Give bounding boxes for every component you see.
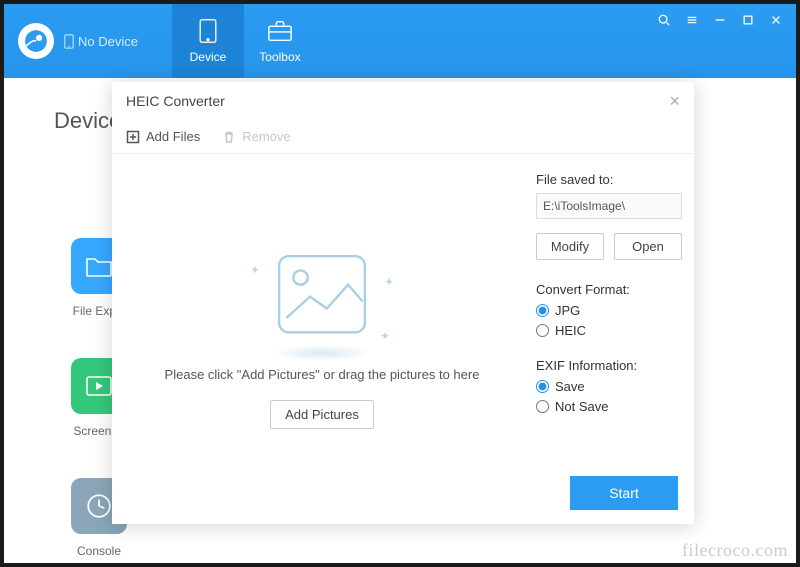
exif-notsave-radio[interactable]: [536, 400, 549, 413]
save-path-label: File saved to:: [536, 172, 682, 187]
search-icon[interactable]: [656, 12, 672, 28]
remove-button: Remove: [222, 129, 290, 144]
exif-save-radio[interactable]: [536, 380, 549, 393]
menu-icon[interactable]: [684, 12, 700, 28]
trash-icon: [222, 130, 236, 144]
format-heic-label: HEIC: [555, 323, 586, 338]
format-jpg-label: JPG: [555, 303, 580, 318]
open-button[interactable]: Open: [614, 233, 682, 260]
close-icon[interactable]: [768, 12, 784, 28]
exif-notsave-label: Not Save: [555, 399, 608, 414]
heic-converter-dialog: HEIC Converter × Add Files Remove ✦✦✦ Pl…: [112, 82, 694, 524]
tab-device[interactable]: Device: [172, 4, 244, 78]
format-jpg-radio[interactable]: [536, 304, 549, 317]
image-placeholder-icon: ✦✦✦: [262, 249, 382, 349]
format-group: Convert Format: JPG HEIC: [536, 282, 682, 338]
toolbox-icon: [267, 18, 293, 44]
dialog-toolbar: Add Files Remove: [112, 120, 694, 154]
tool-console-label: Console: [77, 544, 121, 558]
app-window: No Device Device Toolbox Device: [4, 4, 796, 563]
add-pictures-button[interactable]: Add Pictures: [270, 400, 374, 429]
exif-group: EXIF Information: Save Not Save: [536, 358, 682, 414]
plus-box-icon: [126, 130, 140, 144]
header-tabs: Device Toolbox: [172, 4, 316, 78]
format-jpg-option[interactable]: JPG: [536, 303, 682, 318]
start-button[interactable]: Start: [570, 476, 678, 510]
tab-toolbox-label: Toolbox: [259, 50, 300, 64]
title-bar: No Device Device Toolbox: [4, 4, 796, 78]
watermark: filecroco.com: [682, 540, 788, 561]
dialog-side-panel: File saved to: Modify Open Convert Forma…: [532, 154, 694, 524]
dialog-title: HEIC Converter: [126, 93, 225, 109]
format-label: Convert Format:: [536, 282, 682, 297]
dialog-header: HEIC Converter ×: [112, 82, 694, 120]
drop-instruction: Please click "Add Pictures" or drag the …: [165, 367, 480, 382]
add-files-button[interactable]: Add Files: [126, 129, 200, 144]
phone-icon: [64, 34, 74, 49]
exif-label: EXIF Information:: [536, 358, 682, 373]
minimize-icon[interactable]: [712, 12, 728, 28]
tab-toolbox[interactable]: Toolbox: [244, 4, 316, 78]
dialog-close-icon[interactable]: ×: [669, 92, 680, 110]
exif-save-option[interactable]: Save: [536, 379, 682, 394]
device-status-label: No Device: [78, 34, 138, 49]
format-heic-radio[interactable]: [536, 324, 549, 337]
device-status: No Device: [64, 34, 138, 49]
window-controls: [656, 4, 796, 78]
exif-save-label: Save: [555, 379, 585, 394]
drop-area[interactable]: ✦✦✦ Please click "Add Pictures" or drag …: [112, 154, 532, 524]
app-logo-icon: [18, 23, 54, 59]
add-files-label: Add Files: [146, 129, 200, 144]
exif-notsave-option[interactable]: Not Save: [536, 399, 682, 414]
format-heic-option[interactable]: HEIC: [536, 323, 682, 338]
tab-device-label: Device: [190, 50, 227, 64]
maximize-icon[interactable]: [740, 12, 756, 28]
tablet-icon: [195, 18, 221, 44]
remove-label: Remove: [242, 129, 290, 144]
modify-button[interactable]: Modify: [536, 233, 604, 260]
save-path-input[interactable]: [536, 193, 682, 219]
brand: No Device: [4, 4, 152, 78]
dialog-body: ✦✦✦ Please click "Add Pictures" or drag …: [112, 154, 694, 524]
